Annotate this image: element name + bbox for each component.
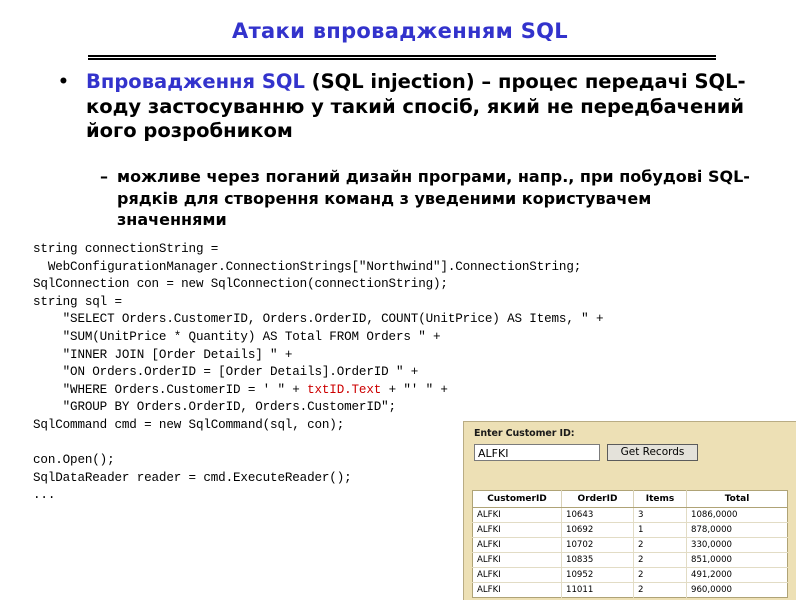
cell-items: 1 (633, 522, 687, 538)
bullet-level-1-accent: Впровадження SQL (86, 70, 305, 93)
code-line: SqlConnection con = new SqlConnection(co… (33, 277, 448, 292)
table-row: ALFKI 10692 1 878,0000 (472, 522, 788, 538)
table-row: ALFKI 10952 2 491,2000 (472, 567, 788, 583)
code-line: "SUM(UnitPrice * Quantity) AS Total FROM… (33, 329, 441, 344)
column-header-items: Items (633, 490, 687, 508)
code-text: + "' " + (381, 382, 448, 397)
cell-orderid: 10835 (561, 552, 634, 568)
code-line: WebConfigurationManager.ConnectionString… (33, 259, 582, 274)
column-header-customerid: CustomerID (472, 490, 562, 508)
cell-customerid: ALFKI (472, 567, 562, 583)
cell-items: 2 (633, 537, 687, 553)
cell-customerid: ALFKI (472, 522, 562, 538)
cell-items: 2 (633, 567, 687, 583)
cell-customerid: ALFKI (472, 552, 562, 568)
title-divider (88, 55, 716, 60)
cell-total: 960,0000 (691, 585, 733, 595)
bullet-marker: • (58, 72, 69, 92)
slide-canvas: Атаки впровадженням SQL • Впровадження S… (0, 0, 800, 600)
cell-customerid: ALFKI (472, 537, 562, 553)
cell-customerid: ALFKI (472, 507, 562, 523)
cell-total: 1086,0000 (686, 507, 788, 523)
bullet-level-1-text: Впровадження SQL (SQL injection) – проце… (86, 70, 758, 144)
table-row: ALFKI 10835 2 851,0000 (472, 552, 788, 568)
code-line: "SELECT Orders.CustomerID, Orders.OrderI… (33, 312, 604, 327)
results-grid-header-row: CustomerID OrderID Items Total (472, 490, 788, 508)
table-row: ALFKI 10702 2 330,0000 (472, 537, 788, 553)
customer-id-label: Enter Customer ID: (474, 428, 575, 439)
bullet-level-2: – можливе через поганий дизайн програми,… (100, 166, 760, 231)
code-line: string connectionString = (33, 242, 219, 256)
code-line: "INNER JOIN [Order Details] " + (33, 347, 293, 362)
get-records-button[interactable]: Get Records (607, 444, 698, 461)
column-header-orderid: OrderID (561, 490, 634, 508)
results-grid-body: ALFKI 10643 3 1086,0000 ALFKI 10692 1 878,0000 A… (472, 507, 788, 598)
cell-items: 2 (633, 582, 687, 598)
code-line: "GROUP BY Orders.OrderID, Orders.Custome… (33, 400, 396, 415)
page-title: Атаки впровадженням SQL (232, 19, 568, 43)
cell-orderid: 11011 (561, 582, 634, 598)
cell-items: 2 (633, 552, 687, 568)
code-text: "WHERE Orders.CustomerID = ' " + (33, 382, 308, 397)
cell-orderid: 10702 (561, 537, 634, 553)
cell-orderid: 10692 (561, 522, 634, 538)
sub-bullet-marker: – (100, 167, 108, 186)
table-row: ALFKI 11011 2 960,0000 (472, 582, 788, 598)
table-row: ALFKI 10643 3 1086,0000 (472, 507, 788, 523)
code-line: string sql = (33, 294, 122, 309)
cell-total: 491,2000 (686, 567, 788, 583)
cell-total: 851,0000 (686, 552, 788, 568)
cell-total: 878,0000 (686, 522, 788, 538)
code-line: "WHERE Orders.CustomerID = ' " + txtID.T… (33, 382, 793, 400)
cell-customerid: ALFKI (472, 582, 562, 598)
cell-orderid: 10643 (561, 507, 634, 523)
cell-total: 330,0000 (686, 537, 788, 553)
cell-items: 3 (633, 507, 687, 523)
bullet-level-1: • Впровадження SQL (SQL injection) – про… (58, 70, 758, 144)
customer-id-input[interactable]: ALFKI (474, 444, 600, 461)
bullet-level-2-text: можливе через поганий дизайн програми, н… (117, 167, 750, 229)
column-header-total: Total (686, 490, 788, 508)
code-highlight-txtid: txtID.Text (307, 382, 382, 397)
browser-form-screenshot: Enter Customer ID: ALFKI Get Records Cus… (463, 421, 796, 600)
code-line: "ON Orders.OrderID = [Order Details].Ord… (33, 365, 419, 380)
results-grid: CustomerID OrderID Items Total ALFKI 1064… (472, 490, 788, 598)
cell-orderid: 10952 (561, 567, 634, 583)
